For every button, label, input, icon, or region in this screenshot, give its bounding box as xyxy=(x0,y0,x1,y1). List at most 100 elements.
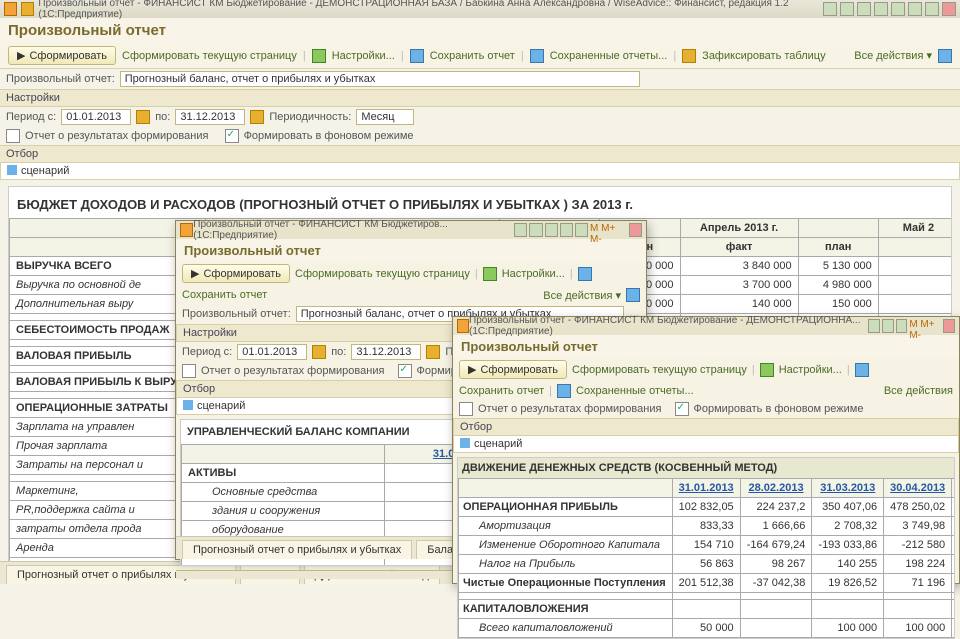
star-icon[interactable] xyxy=(21,2,34,16)
cell: 3 700 000 xyxy=(680,276,798,295)
row-label: ОПЕРАЦИОННАЯ ПРИБЫЛЬ xyxy=(459,498,673,517)
tb-btn[interactable] xyxy=(874,2,888,16)
scenario-row[interactable]: сценарий xyxy=(453,436,959,453)
cell: 224 237,2 xyxy=(740,498,812,517)
app-title: Произвольный отчет - ФИНАНСИСТ КМ Бюджет… xyxy=(38,0,819,20)
help-icon[interactable] xyxy=(626,288,640,302)
cell: -212 580 xyxy=(884,536,952,555)
calendar-icon[interactable] xyxy=(136,110,150,124)
scenario-row[interactable]: сценарий xyxy=(0,163,960,180)
tb-btn[interactable] xyxy=(529,223,542,237)
form-page-button[interactable]: Сформировать текущую страницу xyxy=(122,50,297,62)
all-actions[interactable]: Все действия ▾ xyxy=(854,49,932,62)
form-button[interactable]: ▶ Сформировать xyxy=(182,264,290,283)
all-actions[interactable]: Все действия xyxy=(884,385,953,397)
help-icon[interactable] xyxy=(938,49,952,63)
col-header: Май 2 xyxy=(878,219,952,238)
settings-button[interactable]: Настройки... xyxy=(779,364,842,376)
form-button[interactable]: ▶ Сформировать xyxy=(459,360,567,379)
row-label: Амортизация xyxy=(459,517,673,536)
background-checkbox[interactable] xyxy=(398,364,412,378)
tb-max[interactable] xyxy=(925,2,939,16)
cell: 198 224 xyxy=(884,555,952,574)
results-checkbox[interactable] xyxy=(182,364,196,378)
col-header[interactable]: 28.02.2013 xyxy=(740,479,812,498)
tb-close[interactable] xyxy=(943,319,955,333)
settings-button[interactable]: Настройки... xyxy=(332,50,395,62)
selection-header[interactable]: Отбор xyxy=(453,418,959,436)
cell: 50 000 xyxy=(672,619,740,638)
tb-btn[interactable] xyxy=(840,2,854,16)
win2-heading: Произвольный отчет xyxy=(176,239,646,262)
form-button[interactable]: ▶ Сформировать xyxy=(8,46,116,65)
report-field-label: Произвольный отчет: xyxy=(6,73,115,85)
periodicity-select[interactable]: Месяц xyxy=(356,109,414,125)
cell: -193 033,86 xyxy=(812,536,884,555)
col-header[interactable]: 31.03.2013 xyxy=(812,479,884,498)
col-header[interactable]: 30.04.2013 xyxy=(884,479,952,498)
tab[interactable]: Прогнозный отчет о прибылях и убытках xyxy=(182,540,412,559)
cell xyxy=(672,593,740,600)
col-header[interactable]: 31.01.2013 xyxy=(672,479,740,498)
save-button[interactable]: Сохранить отчет xyxy=(182,289,267,301)
tb-close[interactable] xyxy=(942,2,956,16)
cell xyxy=(740,593,812,600)
settings-button[interactable]: Настройки... xyxy=(502,268,565,280)
tb-btn[interactable] xyxy=(857,2,871,16)
app-icon xyxy=(4,2,17,16)
cell: 5 130 000 xyxy=(798,257,878,276)
tb-min[interactable] xyxy=(908,2,922,16)
calendar-icon[interactable] xyxy=(250,110,264,124)
tb-btn[interactable] xyxy=(891,2,905,16)
periodicity-label: Периодичность: xyxy=(269,111,351,123)
background-checkbox[interactable] xyxy=(675,402,689,416)
calendar-icon[interactable] xyxy=(312,345,326,359)
tb-btn[interactable] xyxy=(545,223,558,237)
period-row: Период с: 01.01.2013 по: 31.12.2013 Пери… xyxy=(0,107,960,127)
win3-toolbar: ▶ Сформировать Сформировать текущую стра… xyxy=(453,358,959,400)
row-label: АКТИВЫ xyxy=(182,464,385,483)
cell: 140 000 xyxy=(680,295,798,314)
cell: 3 749,98 xyxy=(884,517,952,536)
cell: 100 000 xyxy=(884,619,952,638)
saved-button[interactable]: Сохраненные отчеты... xyxy=(576,385,694,397)
period-to[interactable]: 31.12.2013 xyxy=(351,344,421,360)
report-field[interactable]: Прогнозный баланс, отчет о прибылях и уб… xyxy=(120,71,640,87)
cell: 7 208,31 xyxy=(952,517,955,536)
all-actions[interactable]: Все действия ▾ xyxy=(543,289,621,302)
report-title: БЮДЖЕТ ДОХОДОВ И РАСХОДОВ (ПРОГНОЗНЫЙ ОТ… xyxy=(9,187,951,218)
main-toolbar: ▶ Сформировать Сформировать текущую стра… xyxy=(0,43,960,69)
calendar-icon[interactable] xyxy=(426,345,440,359)
col-header xyxy=(798,219,878,238)
cell: 154 710 xyxy=(672,536,740,555)
cell: 241 480 xyxy=(952,555,955,574)
save-button[interactable]: Сохранить отчет xyxy=(459,385,544,397)
table-row: КАПИТАЛОВЛОЖЕНИЯ xyxy=(459,600,956,619)
period-from-label: Период с: xyxy=(6,111,56,123)
settings-header[interactable]: Настройки xyxy=(0,89,960,107)
period-from[interactable]: 01.01.2013 xyxy=(237,344,307,360)
form-page-button[interactable]: Сформировать текущую страницу xyxy=(572,364,747,376)
tb-btn[interactable] xyxy=(823,2,837,16)
tb-close[interactable] xyxy=(629,223,642,237)
cell: 350 407,06 xyxy=(812,498,884,517)
col-header[interactable]: 31.05.2013 xyxy=(952,479,955,498)
cell xyxy=(952,600,955,619)
period-to[interactable]: 31.12.2013 xyxy=(175,109,245,125)
selection-header[interactable]: Отбор xyxy=(0,145,960,163)
saved-reports-button[interactable]: Сохраненные отчеты... xyxy=(550,50,668,62)
report-field-label: Произвольный отчет: xyxy=(182,308,291,320)
tb-btn[interactable] xyxy=(575,223,588,237)
fix-table-button[interactable]: Зафиксировать таблицу xyxy=(702,50,825,62)
col-header: Апрель 2013 г. xyxy=(680,219,798,238)
results-checkbox[interactable] xyxy=(6,129,20,143)
form-page-button[interactable]: Сформировать текущую страницу xyxy=(295,268,470,280)
tb-btn[interactable] xyxy=(514,223,527,237)
tb-btn[interactable] xyxy=(560,223,573,237)
period-from[interactable]: 01.01.2013 xyxy=(61,109,131,125)
background-checkbox[interactable] xyxy=(225,129,239,143)
win3-titlebar: Произвольный отчет - ФИНАНСИСТ КМ Бюджет… xyxy=(453,317,959,335)
save-report-button[interactable]: Сохранить отчет xyxy=(430,50,515,62)
cell: 168 003,04 xyxy=(952,574,955,593)
results-checkbox[interactable] xyxy=(459,402,473,416)
